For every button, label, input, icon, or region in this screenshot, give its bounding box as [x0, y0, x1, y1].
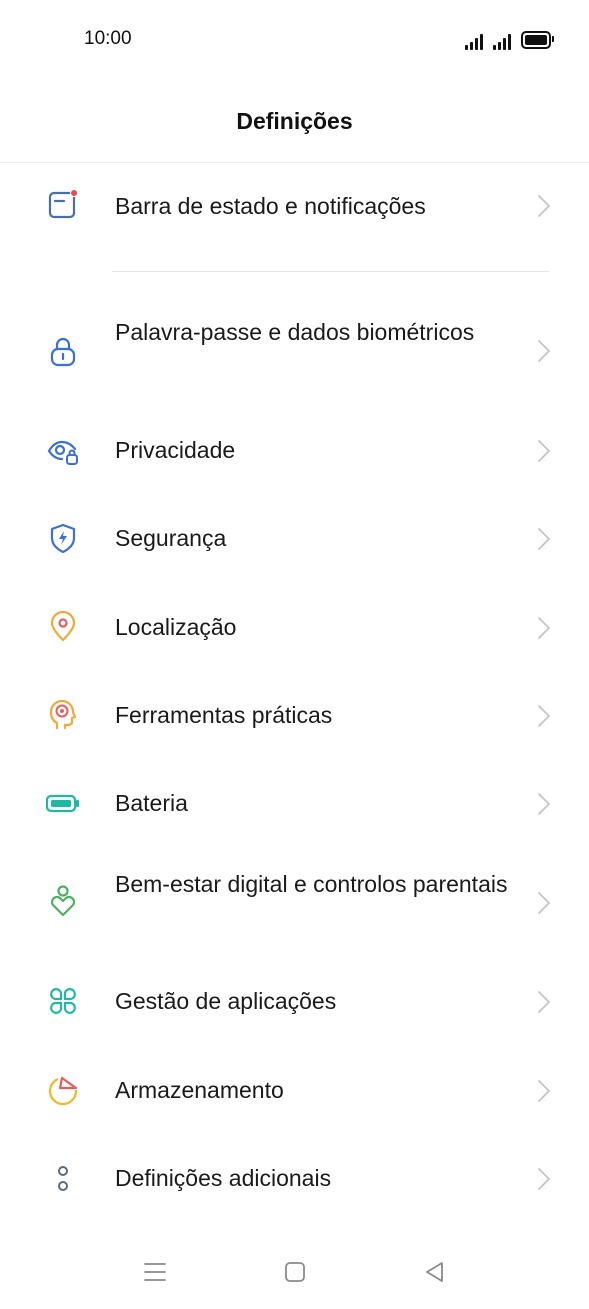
settings-item-label: Ferramentas práticas	[115, 702, 333, 728]
settings-item-security[interactable]: Segurança	[0, 520, 589, 560]
location-pin-icon	[46, 609, 80, 643]
settings-item-label: Definições adicionais	[115, 1165, 332, 1191]
chevron-right-icon	[537, 439, 551, 463]
settings-item-additional-settings[interactable]: Definições adicionais	[0, 1160, 589, 1200]
chevron-right-icon	[537, 616, 551, 640]
navigation-bar	[0, 1239, 589, 1309]
status-icons	[465, 28, 554, 50]
page-title: Definições	[236, 108, 353, 134]
storage-pie-icon	[46, 1074, 80, 1108]
back-icon[interactable]	[420, 1257, 450, 1287]
lock-icon	[46, 334, 80, 368]
settings-item-tools[interactable]: Ferramentas práticas	[0, 697, 589, 737]
settings-item-battery[interactable]: Bateria	[0, 785, 589, 825]
settings-item-location[interactable]: Localização	[0, 609, 589, 649]
settings-item-label: Bem-estar digital e controlos parentais	[115, 871, 508, 897]
chevron-right-icon	[537, 792, 551, 816]
section-divider	[112, 271, 549, 272]
chevron-right-icon	[537, 339, 551, 363]
settings-item-label: Palavra-passe e dados biométricos	[115, 319, 475, 345]
settings-item-privacy[interactable]: Privacidade	[0, 432, 589, 472]
settings-item-app-management[interactable]: Gestão de aplicações	[0, 983, 589, 1023]
privacy-eye-icon	[46, 434, 80, 468]
settings-item-digital-wellbeing[interactable]: Bem-estar digital e controlos parentais	[0, 866, 589, 940]
settings-item-label: Armazenamento	[115, 1077, 284, 1103]
home-icon[interactable]	[280, 1257, 310, 1287]
tools-head-icon	[46, 697, 80, 731]
chevron-right-icon	[537, 194, 551, 218]
menu-icon[interactable]	[140, 1257, 170, 1287]
battery-icon	[46, 787, 80, 821]
settings-item-storage[interactable]: Armazenamento	[0, 1072, 589, 1112]
chevron-right-icon	[537, 891, 551, 915]
shield-icon	[46, 521, 80, 555]
chevron-right-icon	[537, 1167, 551, 1191]
settings-item-password-biometrics[interactable]: Palavra-passe e dados biométricos	[0, 314, 589, 388]
settings-item-label: Segurança	[115, 525, 227, 551]
settings-item-label: Localização	[115, 614, 237, 640]
chevron-right-icon	[537, 990, 551, 1014]
header: Definições	[0, 90, 589, 162]
signal-icon	[465, 34, 483, 50]
settings-item-label: Privacidade	[115, 437, 236, 463]
signal-icon	[493, 34, 511, 50]
settings-item-status-bar[interactable]: Barra de estado e notificações	[0, 186, 589, 226]
more-settings-icon	[46, 1162, 80, 1196]
battery-status-icon	[521, 31, 554, 49]
settings-item-label: Gestão de aplicações	[115, 988, 337, 1014]
notification-bar-icon	[46, 188, 80, 222]
chevron-right-icon	[537, 704, 551, 728]
settings-item-label: Barra de estado e notificações	[115, 193, 426, 219]
settings-item-label: Bateria	[115, 790, 188, 816]
chevron-right-icon	[537, 1079, 551, 1103]
status-bar: 10:00	[0, 0, 589, 80]
wellbeing-icon	[46, 884, 80, 918]
status-time: 10:00	[84, 28, 132, 49]
chevron-right-icon	[537, 527, 551, 551]
header-divider	[0, 162, 589, 163]
apps-grid-icon	[46, 984, 80, 1018]
